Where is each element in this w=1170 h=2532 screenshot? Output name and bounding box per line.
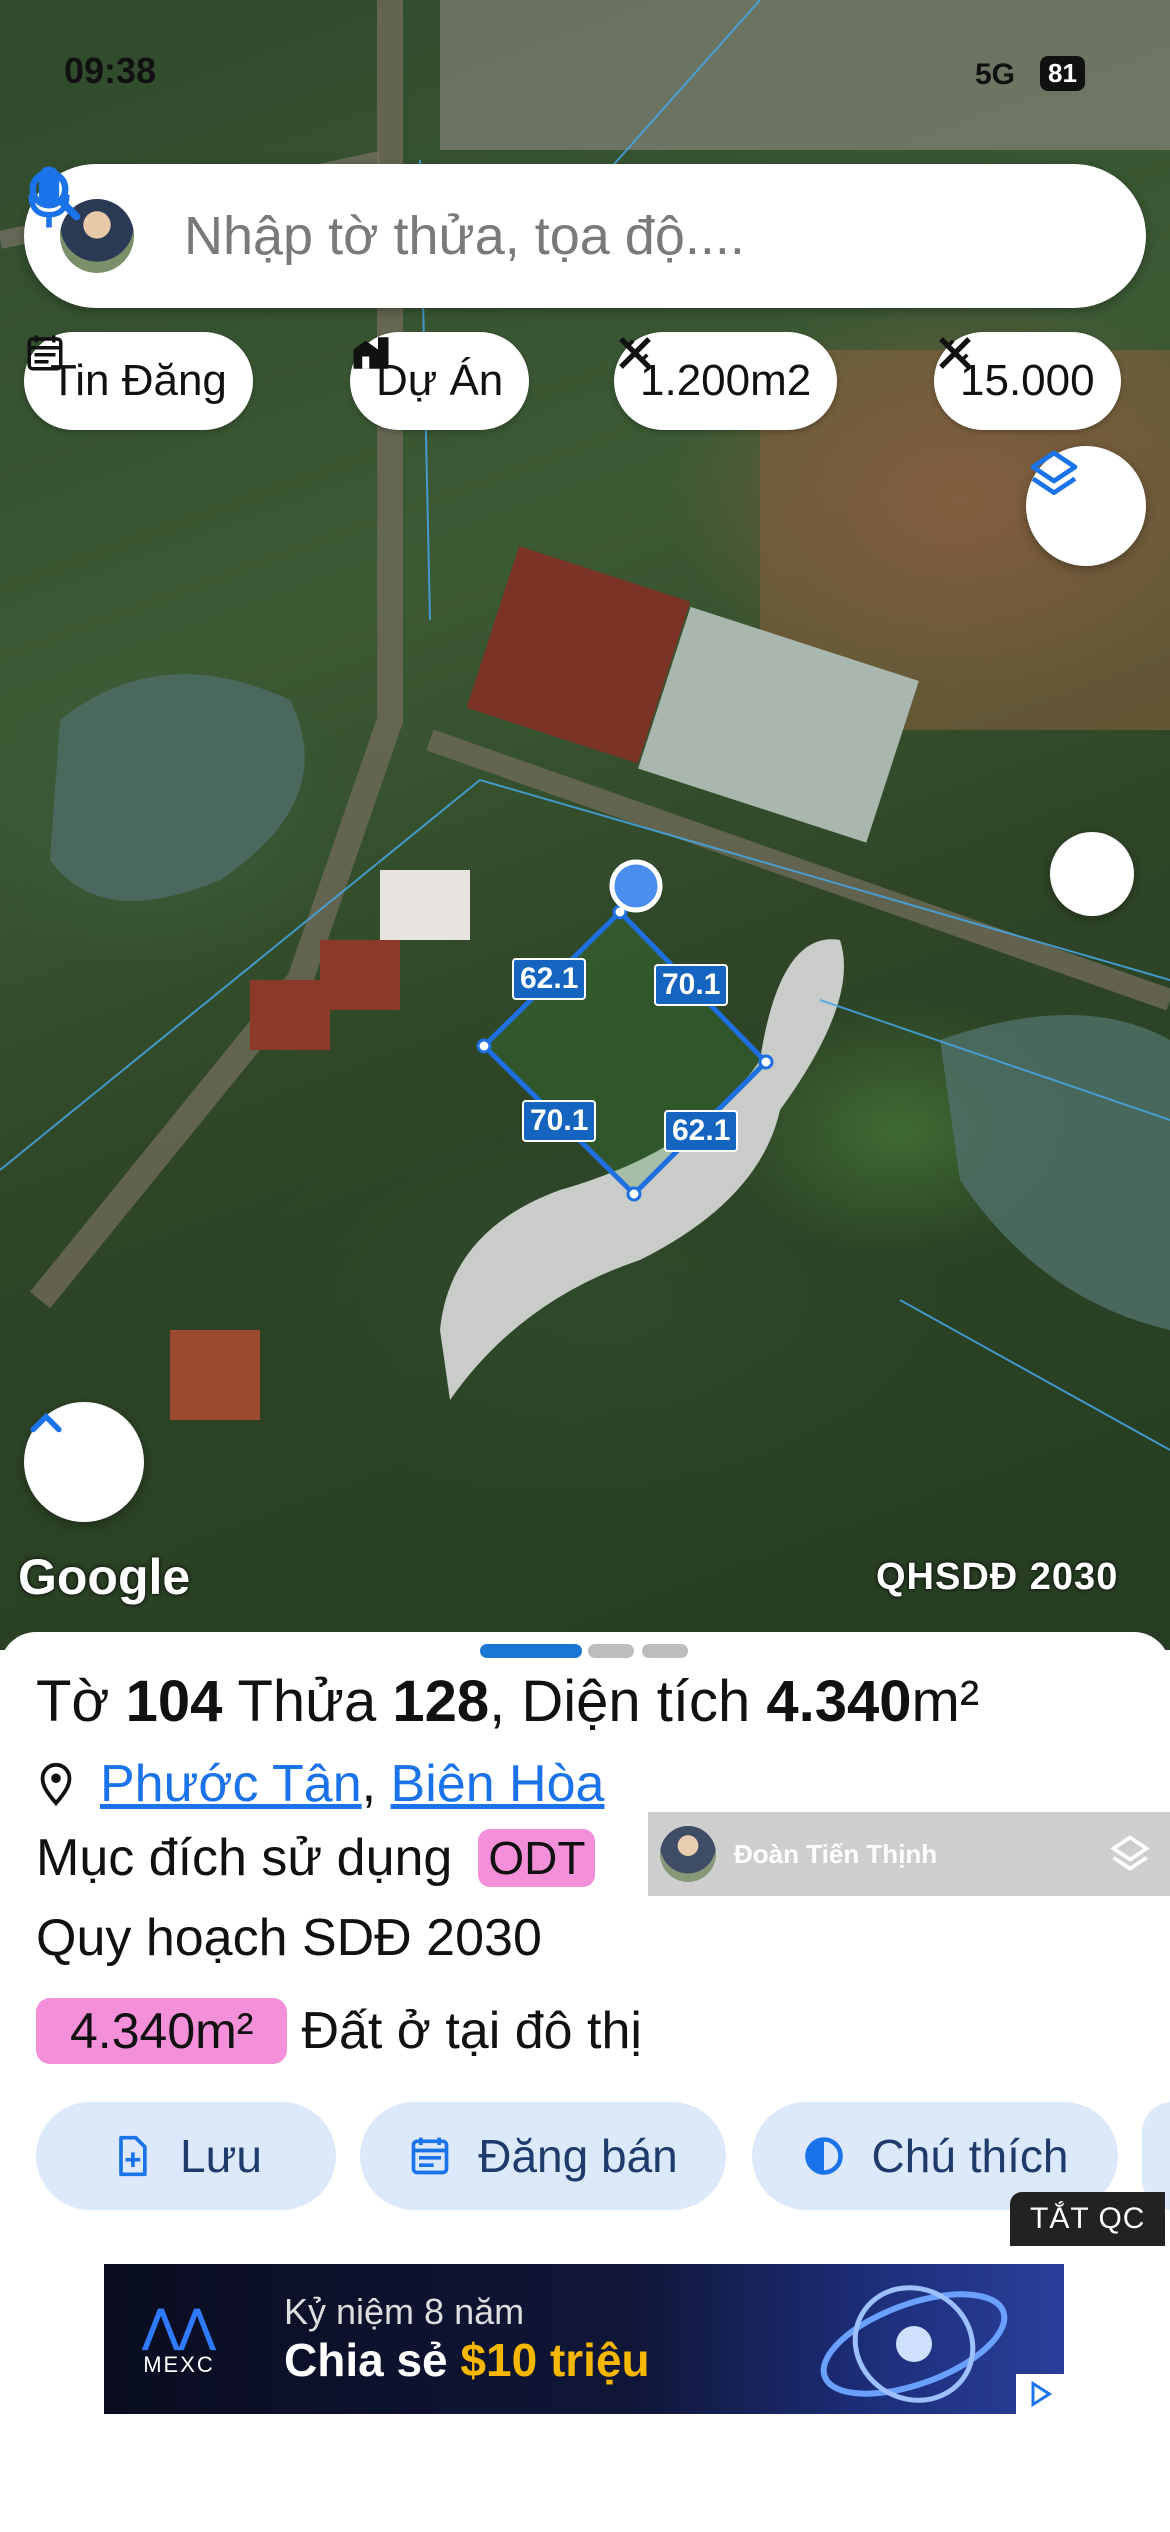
chevron-up-icon (30, 1412, 62, 1433)
ad-artwork (820, 2285, 1008, 2403)
ad-line2-highlight: $10 triệu (460, 2334, 650, 2386)
chip-projects[interactable]: Dự Án (350, 332, 530, 430)
ward-link[interactable]: Phước Tân (100, 1754, 362, 1814)
plan-label: Quy hoạch SDĐ 2030 (36, 1909, 542, 1967)
chip-label: 15.000 (960, 356, 1095, 405)
dimension-label: 70.1 (522, 1100, 597, 1142)
ruler-icon (939, 337, 971, 369)
post-sale-label: Đăng bán (478, 2130, 678, 2182)
plan-type: Đất ở tại đô thị (301, 2002, 642, 2060)
map-layer-label: QHSDĐ 2030 (876, 1556, 1119, 1598)
ad-banner[interactable]: ⋀⋀ MEXC Kỷ niệm 8 năm Chia sẻ $10 triệu (104, 2264, 1064, 2414)
buildings-icon (353, 337, 389, 369)
page-indicator-active[interactable] (480, 1644, 582, 1658)
layers-icon (1030, 450, 1078, 495)
dimension-label: 70.1 (654, 964, 729, 1006)
ruler-icon (619, 337, 651, 369)
ad-text: Kỷ niệm 8 năm Chia sẻ $10 triệu (284, 2291, 650, 2387)
usage-code-badge: ODT (478, 1829, 596, 1887)
chip-area-filter[interactable]: 1.200m2 (614, 332, 838, 430)
chip-label: Tin Đăng (50, 356, 227, 405)
land-usage-row: Mục đích sử dụng ODT (36, 1828, 596, 1888)
microphone-icon[interactable] (24, 164, 74, 230)
sheet-label: Tờ (36, 1669, 110, 1734)
parcel-info-sheet: Tờ 104 Thửa 128, Diện tích 4.340m² Phước… (0, 1632, 1170, 2532)
calendar-icon (411, 2137, 449, 2175)
calendar-icon (27, 335, 63, 371)
page-indicator[interactable] (588, 1644, 634, 1658)
area-value: 4.340 (766, 1669, 912, 1734)
usage-label: Mục đích sử dụng (36, 1829, 453, 1887)
sheet-number: 104 (125, 1669, 223, 1734)
location-row: Phước Tân , Biên Hòa (36, 1754, 604, 1814)
page-indicator[interactable] (642, 1644, 688, 1658)
owner-name: Đoàn Tiến Thịnh (734, 1838, 938, 1869)
plan-area-badge: 4.340m² (36, 1998, 288, 2064)
legend-label: Chú thích (871, 2130, 1069, 2182)
owner-avatar (660, 1826, 716, 1882)
chip-label: Dự Án (376, 356, 504, 405)
location-pin-icon (40, 1762, 72, 1807)
file-add-icon (119, 2135, 147, 2177)
area-label: Diện tích (521, 1669, 751, 1734)
plot-number: 128 (392, 1669, 490, 1734)
ad-choices-icon[interactable] (1016, 2374, 1064, 2414)
area-unit: m² (911, 1669, 980, 1734)
save-label: Lưu (180, 2130, 262, 2182)
parcel-title: Tờ 104 Thửa 128, Diện tích 4.340m² (36, 1669, 980, 1734)
ads-off-button[interactable]: TẮT QC (1010, 2192, 1166, 2246)
chip-price-filter[interactable]: 15.000 (934, 332, 1121, 430)
ad-logo: ⋀⋀ MEXC (104, 2301, 254, 2378)
expand-sheet-button[interactable] (24, 1402, 144, 1522)
plot-label: Thửa (237, 1669, 377, 1734)
mexc-logo-icon: ⋀⋀ (142, 2301, 216, 2351)
map-handle-button[interactable] (1050, 832, 1134, 916)
owner-watermark: Đoàn Tiến Thịnh (648, 1812, 1170, 1896)
plan-row: 4.340m² Đất ở tại đô thị (36, 1998, 642, 2064)
post-sale-button[interactable]: Đăng bán (360, 2102, 726, 2210)
dimension-label: 62.1 (664, 1110, 739, 1152)
satellite-map[interactable]: 62.1 70.1 70.1 62.1 09:38 5G 81 Nhập tờ … (0, 0, 1170, 1650)
status-battery: 81 (1040, 56, 1085, 91)
city-link[interactable]: Biên Hòa (391, 1754, 605, 1814)
status-network: 5G (975, 58, 1016, 91)
google-logo: Google (18, 1549, 191, 1605)
contrast-icon (804, 2137, 843, 2175)
layers-button[interactable] (1026, 446, 1146, 566)
status-time: 09:38 (64, 50, 157, 91)
chip-listings[interactable]: Tin Đăng (24, 332, 253, 430)
ad-line2: Chia sẻ $10 triệu (284, 2333, 650, 2387)
ad-brand: MEXC (143, 2351, 215, 2377)
layers-icon (1110, 1835, 1150, 1871)
search-bar[interactable]: Nhập tờ thửa, tọa độ.... (24, 164, 1146, 308)
dimension-label: 62.1 (512, 958, 587, 1000)
search-input[interactable]: Nhập tờ thửa, tọa độ.... (184, 205, 1146, 267)
ad-line2-prefix: Chia sẻ (284, 2334, 461, 2386)
ad-line1: Kỷ niệm 8 năm (284, 2291, 525, 2332)
save-button[interactable]: Lưu (36, 2102, 336, 2210)
chip-label: 1.200m2 (640, 356, 812, 405)
